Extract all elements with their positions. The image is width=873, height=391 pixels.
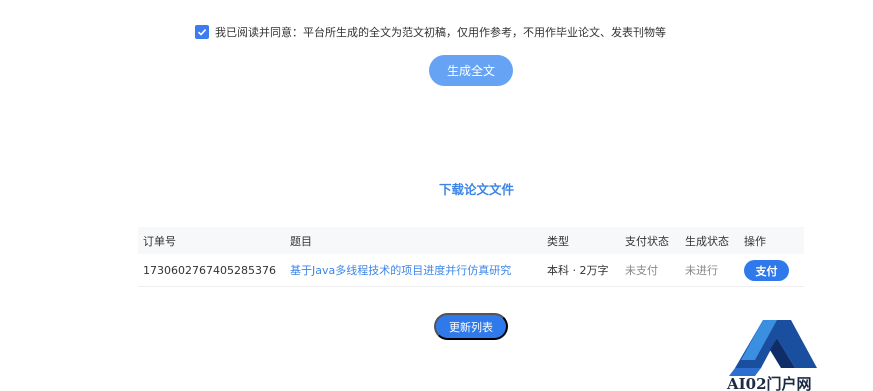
generate-full-text-button[interactable]: 生成全文 — [429, 55, 513, 86]
agreement-row: 我已阅读并同意：平台所生成的全文为范文初稿，仅用作参考，不用作毕业论文、发表刊物… — [195, 24, 666, 40]
column-header-title: 题目 — [290, 234, 312, 248]
gen-status: 未进行 — [685, 264, 718, 277]
column-header-order: 订单号 — [143, 234, 176, 248]
column-header-type: 类型 — [547, 234, 569, 248]
column-header-gen-status: 生成状态 — [685, 234, 729, 248]
agreement-checkbox[interactable] — [195, 25, 209, 39]
refresh-list-button[interactable]: 更新列表 — [434, 313, 508, 340]
paper-type: 本科 · 2万字 — [547, 264, 609, 277]
pay-status: 未支付 — [625, 264, 658, 277]
orders-table: 订单号 题目 类型 支付状态 生成状态 操作 17306027674052853… — [138, 227, 804, 287]
table-header: 订单号 题目 类型 支付状态 生成状态 操作 — [138, 227, 804, 254]
order-number: 1730602767405285376 — [143, 263, 276, 277]
pay-button[interactable]: 支付 — [744, 260, 789, 281]
watermark-text: AI02门户网 — [727, 375, 812, 391]
download-section-title: 下载论文文件 — [438, 182, 514, 197]
column-header-action: 操作 — [744, 234, 766, 248]
paper-title-link[interactable]: 基于Java多线程技术的项目进度并行仿真研究 — [290, 262, 511, 278]
table-row: 1730602767405285376 基于Java多线程技术的项目进度并行仿真… — [138, 254, 804, 287]
agreement-text: 我已阅读并同意：平台所生成的全文为范文初稿，仅用作参考，不用作毕业论文、发表刊物… — [215, 26, 666, 39]
column-header-pay-status: 支付状态 — [625, 234, 669, 248]
check-icon — [197, 29, 207, 36]
